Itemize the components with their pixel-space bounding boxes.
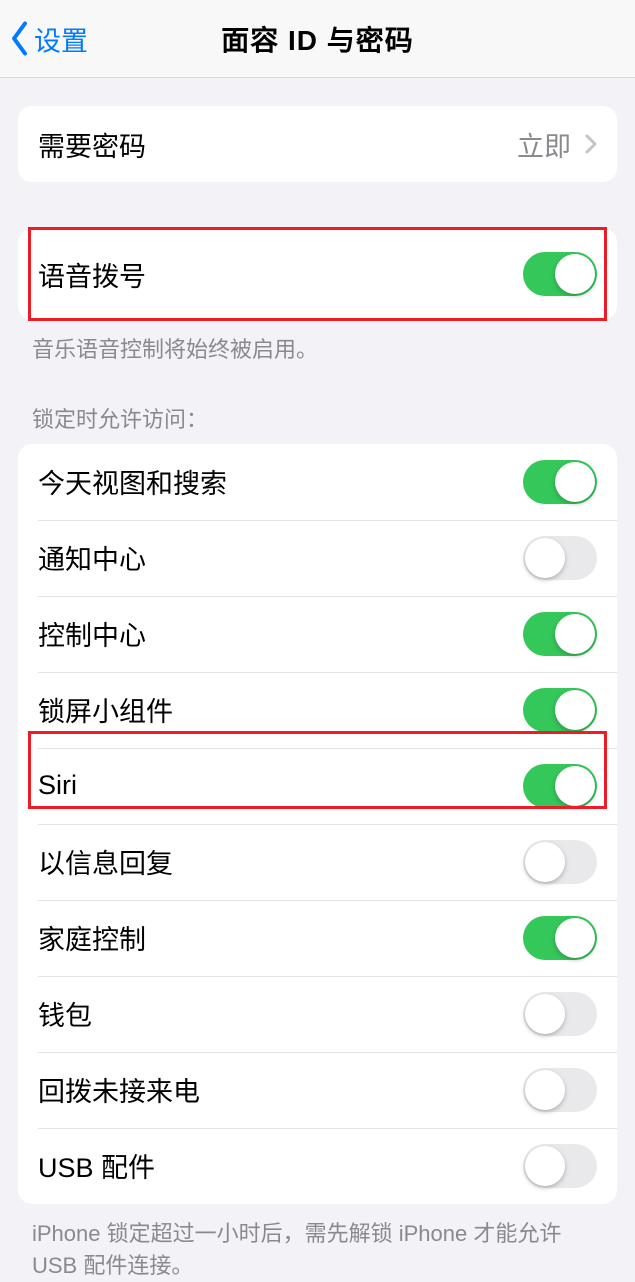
locked-access-row: 锁屏小组件 (18, 672, 617, 748)
toggle-knob (555, 254, 595, 294)
toggle-knob (555, 690, 595, 730)
voice-dial-toggle[interactable] (523, 252, 597, 296)
require-passcode-value-wrap: 立即 (517, 125, 597, 164)
locked-access-item-toggle[interactable] (523, 1068, 597, 1112)
page-title: 面容 ID 与密码 (0, 19, 635, 59)
toggle-knob (525, 1146, 565, 1186)
locked-access-row: 钱包 (18, 976, 617, 1052)
locked-access-item-label: 控制中心 (38, 614, 146, 653)
locked-access-item-toggle[interactable] (523, 764, 597, 808)
locked-access-row: 今天视图和搜索 (18, 444, 617, 520)
toggle-knob (525, 538, 565, 578)
locked-access-item-toggle[interactable] (523, 992, 597, 1036)
locked-access-item-label: Siri (38, 770, 77, 801)
locked-access-item-label: 家庭控制 (38, 918, 146, 957)
locked-access-item-label: 钱包 (38, 994, 92, 1033)
locked-access-header: 锁定时允许访问： (32, 402, 603, 434)
locked-access-item-label: 通知中心 (38, 538, 146, 577)
voice-dial-label: 语音拨号 (38, 255, 146, 294)
chevron-right-icon (585, 134, 597, 154)
locked-access-row: USB 配件 (18, 1128, 617, 1204)
voice-dial-row: 语音拨号 (18, 228, 617, 320)
locked-access-item-toggle[interactable] (523, 1144, 597, 1188)
locked-access-item-toggle[interactable] (523, 460, 597, 504)
back-button[interactable]: 设置 (10, 19, 88, 58)
locked-access-item-label: 以信息回复 (38, 842, 173, 881)
back-label: 设置 (34, 19, 88, 58)
locked-access-item-toggle[interactable] (523, 612, 597, 656)
toggle-knob (525, 994, 565, 1034)
toggle-knob (555, 614, 595, 654)
require-passcode-label: 需要密码 (38, 125, 146, 164)
toggle-knob (525, 1070, 565, 1110)
voice-dial-group: 语音拨号 (18, 228, 617, 320)
locked-access-row: 以信息回复 (18, 824, 617, 900)
locked-access-group: 今天视图和搜索通知中心控制中心锁屏小组件 Siri 以信息回复家庭控制钱包回拨未接来… (18, 444, 617, 1204)
locked-access-item-label: 回拨未接来电 (38, 1070, 200, 1109)
content: 需要密码 立即 语音拨号 音乐语音控制将始终被启用。 锁定时允许访问： 今天视图… (0, 106, 635, 1282)
nav-bar: 设置 面容 ID 与密码 (0, 0, 635, 78)
locked-access-row: 控制中心 (18, 596, 617, 672)
locked-access-item-toggle[interactable] (523, 840, 597, 884)
toggle-knob (555, 918, 595, 958)
locked-access-footer: iPhone 锁定超过一小时后，需先解锁 iPhone 才能允许USB 配件连接… (32, 1218, 603, 1282)
locked-access-item-toggle[interactable] (523, 688, 597, 732)
require-passcode-row[interactable]: 需要密码 立即 (18, 106, 617, 182)
locked-access-row: 通知中心 (18, 520, 617, 596)
locked-access-item-label: 今天视图和搜索 (38, 462, 227, 501)
locked-access-item-label: USB 配件 (38, 1146, 155, 1185)
voice-dial-footer: 音乐语音控制将始终被启用。 (32, 334, 603, 366)
require-passcode-value: 立即 (517, 125, 571, 164)
locked-access-row: Siri (18, 748, 617, 824)
locked-access-item-toggle[interactable] (523, 916, 597, 960)
toggle-knob (555, 462, 595, 502)
locked-access-item-toggle[interactable] (523, 536, 597, 580)
locked-access-item-label: 锁屏小组件 (38, 690, 173, 729)
toggle-knob (525, 842, 565, 882)
locked-access-row: 回拨未接来电 (18, 1052, 617, 1128)
locked-access-row: 家庭控制 (18, 900, 617, 976)
chevron-left-icon (10, 21, 30, 57)
require-passcode-group: 需要密码 立即 (18, 106, 617, 182)
toggle-knob (555, 766, 595, 806)
